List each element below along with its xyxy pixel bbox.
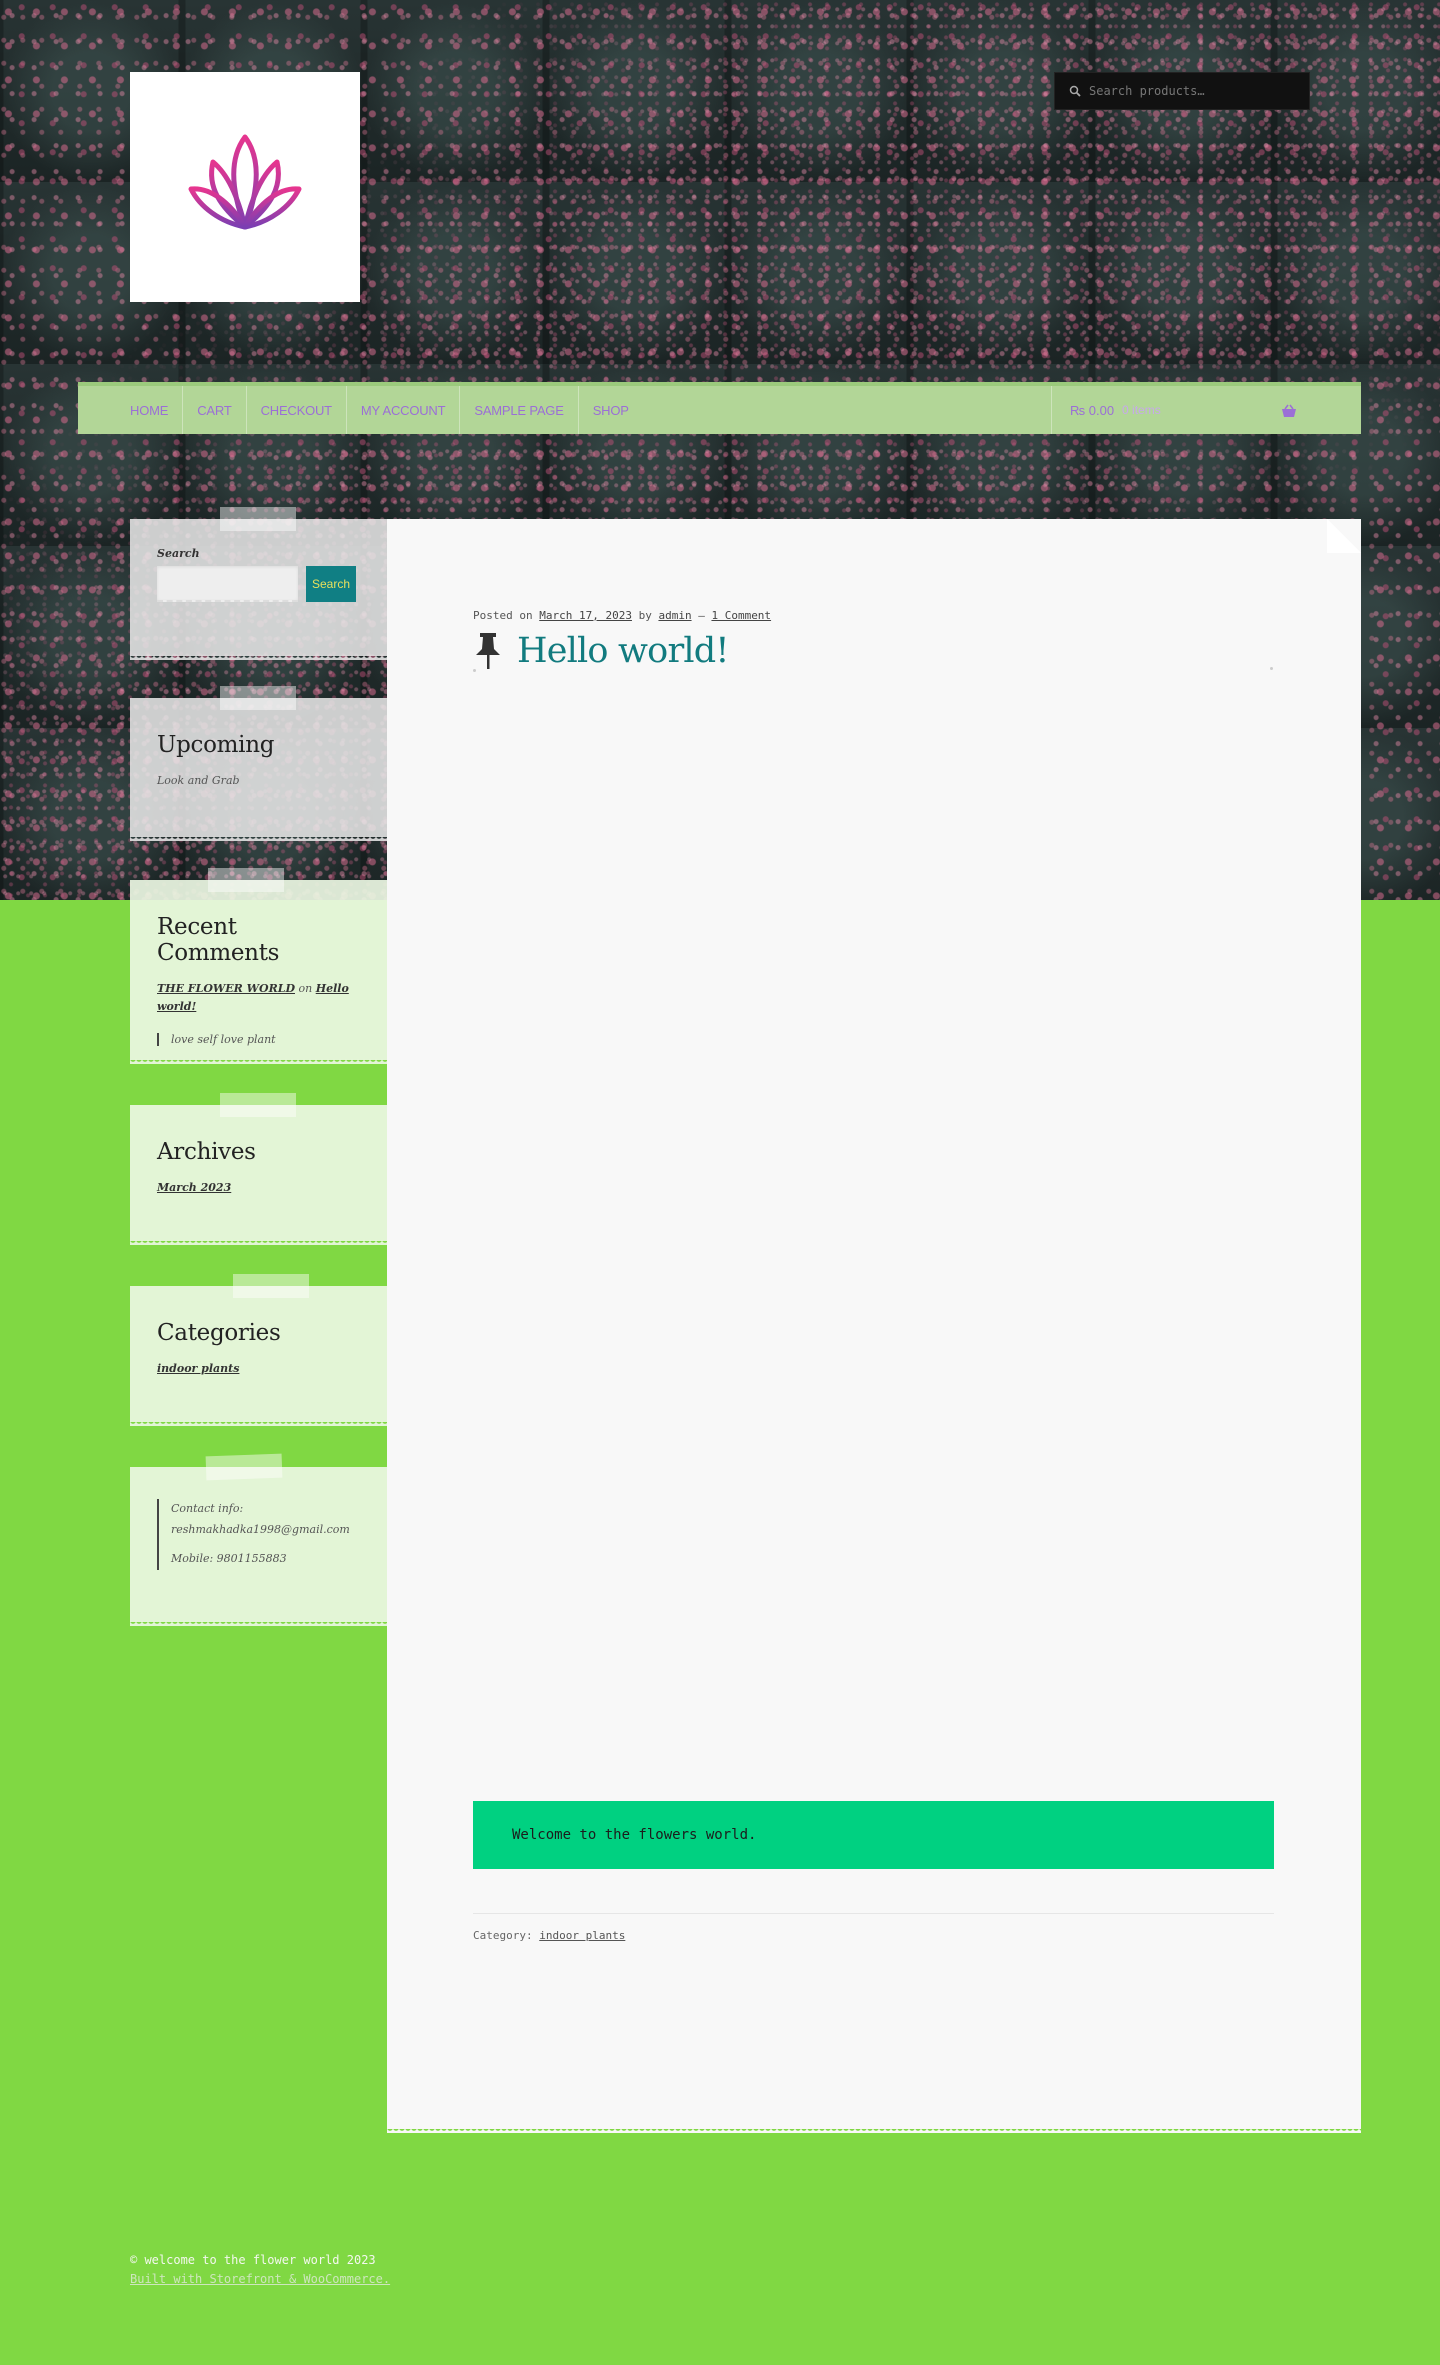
header-cart[interactable]: ₨ 0.00 0 items (1051, 386, 1361, 434)
page-fold-decoration (1327, 519, 1361, 553)
post-article: Posted on March 17, 2023 by admin — 1 Co… (387, 519, 1361, 2133)
footer-credit-link[interactable]: Built with Storefront & WooCommerce. (130, 2272, 390, 2286)
archives-widget: Archives March 2023 (130, 1093, 387, 1245)
by-text: by (638, 609, 652, 622)
post-comments-link[interactable]: 1 Comment (711, 609, 771, 622)
comment-on-text: on (298, 982, 313, 995)
search-widget: Search Search (130, 507, 387, 660)
tape-decoration (205, 1453, 283, 1481)
post-date-link[interactable]: March 17, 2023 (539, 609, 632, 622)
comment-quote: love self love plant (157, 1033, 359, 1047)
tape-decoration (233, 1274, 309, 1298)
post-title[interactable]: Hello world! (517, 631, 729, 671)
archive-link-march-2023[interactable]: March 2023 (157, 1181, 231, 1194)
product-search-input[interactable] (1089, 84, 1289, 98)
tape-decoration (208, 868, 284, 892)
site-footer: © welcome to the flower world 2023 Built… (130, 2251, 390, 2289)
post-meta: Posted on March 17, 2023 by admin — 1 Co… (473, 609, 771, 622)
tape-decoration (220, 507, 296, 531)
nav-item-my-account[interactable]: MY ACCOUNT (347, 386, 461, 434)
categories-title: Categories (157, 1320, 281, 1346)
contact-info: Contact info: reshmakhadka1998@gmail.com… (157, 1499, 359, 1570)
tape-decoration (220, 686, 296, 710)
pushpin-icon (476, 633, 500, 669)
archives-title: Archives (157, 1139, 256, 1165)
contact-info-label: Contact info: (171, 1502, 244, 1515)
product-search[interactable] (1054, 72, 1310, 110)
cart-count: 0 items (1122, 403, 1161, 417)
upcoming-text: Look and Grab (157, 774, 240, 787)
contact-mobile: Mobile: 9801155883 (171, 1551, 287, 1565)
upcoming-widget: Upcoming Look and Grab (130, 686, 387, 841)
basket-icon (1282, 404, 1296, 417)
upcoming-title: Upcoming (157, 732, 275, 758)
post-divider (473, 1913, 1274, 1914)
category-label: Category: (473, 1929, 533, 1942)
post-body-block: Welcome to the flowers world. (473, 1801, 1274, 1869)
cart-amount: ₨ 0.00 (1070, 402, 1115, 418)
recent-comments-widget: Recent Comments THE FLOWER WORLD on Hell… (130, 868, 387, 1064)
recent-comments-title: Recent Comments (157, 914, 280, 966)
nav-item-checkout[interactable]: CHECKOUT (247, 386, 347, 434)
nav-item-cart[interactable]: CART (183, 386, 247, 434)
post-category: Category: indoor plants (473, 1929, 625, 1942)
search-icon (1069, 85, 1081, 97)
search-widget-label: Search (157, 547, 200, 560)
nav-item-sample-page[interactable]: SAMPLE PAGE (460, 386, 579, 434)
nav-item-home[interactable]: HOME (130, 386, 184, 434)
decorative-dot (1270, 667, 1273, 670)
nav-item-shop[interactable]: SHOP (579, 386, 643, 434)
comment-author-link[interactable]: THE FLOWER WORLD (157, 982, 295, 995)
contact-widget: Contact info: reshmakhadka1998@gmail.com… (130, 1453, 387, 1626)
lotus-logo-icon (188, 134, 302, 230)
footer-copyright: © welcome to the flower world 2023 (130, 2253, 376, 2267)
primary-navigation: HOME CART CHECKOUT MY ACCOUNT SAMPLE PAG… (78, 382, 1361, 434)
post-title-row: Hello world! (473, 631, 729, 671)
categories-widget: Categories indoor plants (130, 1274, 387, 1426)
posted-on-text: Posted on (473, 609, 533, 622)
contact-email: reshmakhadka1998@gmail.com (171, 1522, 350, 1536)
sidebar-search-button[interactable]: Search (306, 566, 356, 602)
nav-menu: HOME CART CHECKOUT MY ACCOUNT SAMPLE PAG… (78, 386, 643, 434)
tape-decoration (220, 1093, 296, 1117)
meta-dash: — (698, 609, 705, 622)
post-author-link[interactable]: admin (658, 609, 691, 622)
decorative-dot (473, 669, 476, 672)
sidebar-search-input[interactable] (157, 566, 298, 602)
recent-comment-entry: THE FLOWER WORLD on Hello world! (157, 980, 359, 1015)
post-category-link[interactable]: indoor plants (539, 1929, 625, 1942)
category-link-indoor-plants[interactable]: indoor plants (157, 1362, 239, 1375)
site-logo[interactable] (130, 72, 360, 302)
